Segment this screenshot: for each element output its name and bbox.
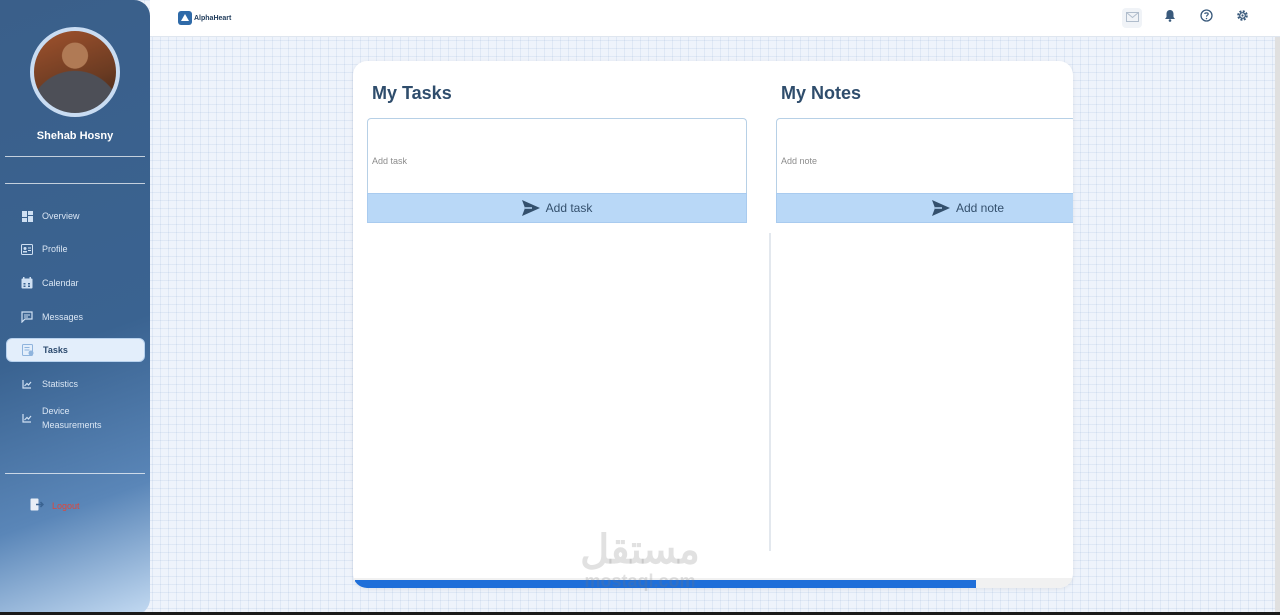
tasks-notes-card: My Tasks Add task My Notes Add note: [353, 61, 1073, 588]
settings-button[interactable]: [1232, 8, 1252, 28]
notifications-button[interactable]: [1160, 8, 1180, 28]
add-task-button[interactable]: Add task: [367, 193, 747, 223]
task-input-box: [367, 118, 747, 193]
sidebar-divider: [5, 473, 145, 474]
sidebar-item-tasks[interactable]: Tasks: [6, 338, 145, 362]
top-bar: AlphaHeart: [150, 0, 1280, 37]
chart-icon: [20, 411, 34, 425]
sidebar-item-calendar[interactable]: Calendar: [6, 271, 145, 295]
sidebar-item-profile[interactable]: Profile: [6, 237, 145, 261]
sidebar-item-statistics[interactable]: Statistics: [6, 372, 145, 396]
sidebar-item-label: Overview: [42, 211, 80, 221]
watermark-arabic: مستقل: [580, 528, 700, 572]
page-scrollbar[interactable]: [1275, 37, 1280, 615]
brand-name: AlphaHeart: [194, 14, 232, 22]
sidebar-item-label: Profile: [42, 244, 68, 254]
watermark: مستقل mostaql.com: [560, 528, 720, 590]
sidebar: Shehab Hosny Overview Profile Calendar M…: [0, 0, 150, 615]
mail-button[interactable]: [1122, 8, 1142, 28]
sidebar-item-overview[interactable]: Overview: [6, 204, 145, 228]
sidebar-divider: [5, 156, 145, 157]
sidebar-item-label: Tasks: [43, 345, 68, 355]
column-divider: [769, 233, 771, 551]
task-input[interactable]: [372, 147, 713, 175]
mail-icon: [1125, 9, 1139, 27]
avatar[interactable]: [30, 27, 120, 117]
sidebar-item-messages[interactable]: Messages: [6, 305, 145, 329]
send-icon: [521, 200, 540, 216]
help-button[interactable]: [1196, 8, 1216, 28]
sidebar-divider: [5, 183, 145, 184]
add-note-button[interactable]: Add note: [776, 193, 1073, 223]
logout-label: Logout: [52, 500, 80, 511]
sidebar-item-label: Messages: [42, 312, 84, 322]
notes-title: My Notes: [781, 83, 862, 103]
note-input[interactable]: [781, 147, 1050, 175]
logout-icon: [30, 498, 45, 513]
sidebar-item-device-measurements[interactable]: Device Measurements: [6, 403, 145, 433]
settings-icon: [1236, 9, 1249, 27]
sidebar-item-label: Calendar: [42, 278, 79, 288]
logout-button[interactable]: Logout: [30, 498, 80, 513]
calendar-icon: [20, 276, 34, 290]
help-icon: [1199, 9, 1213, 27]
chat-icon: [20, 310, 34, 324]
bell-icon: [1164, 9, 1176, 27]
add-note-label: Add note: [955, 201, 1005, 215]
sidebar-item-label: Device Measurements: [42, 406, 102, 430]
logo-icon: [178, 11, 192, 25]
note-input-box: [776, 118, 1073, 193]
id-card-icon: [20, 242, 34, 256]
sidebar-item-label: Statistics: [42, 379, 79, 389]
watermark-latin: mostaql.com: [584, 571, 696, 591]
add-task-label: Add task: [545, 201, 593, 215]
user-name: Shehab Hosny: [36, 130, 114, 142]
brand[interactable]: AlphaHeart: [178, 11, 231, 25]
chart-icon: [20, 377, 34, 391]
tasks-title: My Tasks: [372, 83, 452, 103]
grid-icon: [20, 209, 34, 223]
send-icon: [931, 200, 950, 216]
tasks-icon: [21, 343, 35, 357]
